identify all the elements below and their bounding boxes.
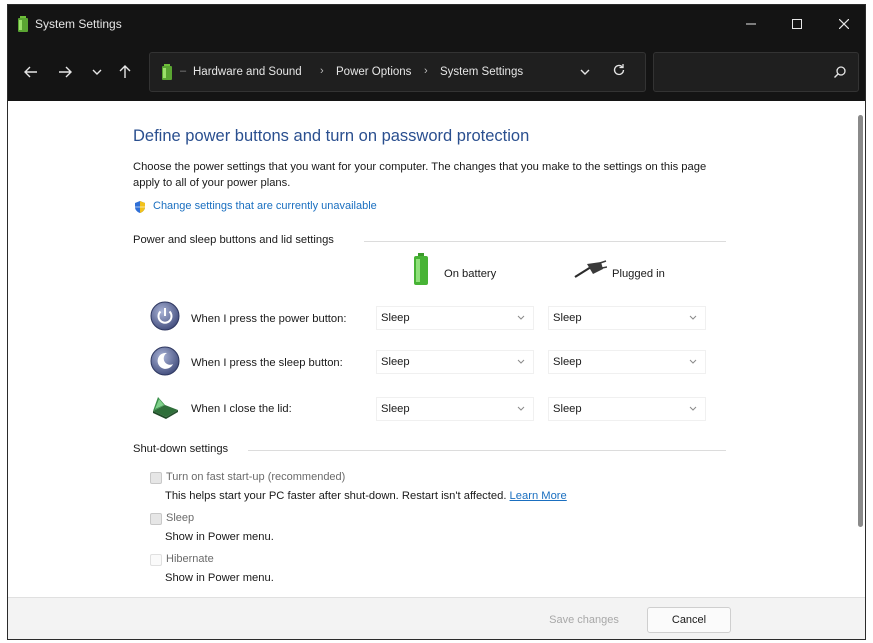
breadcrumb-separator: ›	[424, 65, 428, 77]
learn-more-link[interactable]: Learn More	[510, 490, 567, 502]
select-value: Sleep	[381, 403, 410, 415]
refresh-button[interactable]	[612, 63, 626, 80]
close-lid-label: When I close the lid:	[191, 403, 292, 415]
chevron-down-icon	[580, 69, 590, 75]
navigation-bar: – Hardware and Sound › Power Options › S…	[8, 43, 865, 101]
chevron-down-icon	[689, 315, 697, 320]
title-bar: System Settings	[8, 5, 865, 43]
sleep-button-plugged-in-select[interactable]: Sleep	[548, 350, 706, 374]
save-changes-button[interactable]: Save changes	[540, 607, 628, 633]
fast-startup-description: This helps start your PC faster after sh…	[165, 490, 567, 502]
arrow-up-icon	[119, 65, 131, 78]
power-section-title: Power and sleep buttons and lid settings	[133, 234, 334, 246]
admin-shield-icon	[135, 201, 145, 213]
maximize-button[interactable]	[774, 5, 820, 43]
chevron-down-icon	[517, 315, 525, 320]
section-divider	[364, 241, 726, 242]
chevron-down-icon	[92, 69, 102, 75]
up-button[interactable]	[114, 61, 136, 83]
footer-bar: Save changes Cancel	[8, 597, 865, 639]
page-description: Choose the power settings that you want …	[133, 161, 707, 189]
power-button-plugged-in-select[interactable]: Sleep	[548, 306, 706, 330]
sleep-option-description: Show in Power menu.	[165, 531, 274, 543]
maximize-icon	[792, 19, 802, 29]
close-lid-plugged-in-select[interactable]: Sleep	[548, 397, 706, 421]
laptop-lid-icon	[153, 397, 178, 419]
vertical-scrollbar[interactable]	[858, 115, 863, 527]
power-button-label: When I press the power button:	[191, 313, 347, 325]
close-button[interactable]	[821, 5, 865, 43]
power-plug-icon	[574, 260, 607, 278]
minimize-button[interactable]	[728, 5, 774, 43]
power-button-icon	[150, 301, 180, 331]
sleep-button-icon	[150, 346, 180, 376]
power-options-icon	[162, 64, 172, 80]
hibernate-option-description: Show in Power menu.	[165, 572, 274, 584]
arrow-left-icon	[24, 66, 37, 78]
chevron-down-icon	[517, 359, 525, 364]
cancel-button[interactable]: Cancel	[647, 607, 731, 633]
window-title: System Settings	[35, 17, 122, 31]
close-icon	[839, 19, 849, 29]
sleep-button-on-battery-select[interactable]: Sleep	[376, 350, 534, 374]
address-bar[interactable]: – Hardware and Sound › Power Options › S…	[149, 52, 646, 92]
content-area: Define power buttons and turn on passwor…	[8, 101, 865, 597]
select-value: Sleep	[381, 312, 410, 324]
back-button[interactable]	[20, 61, 42, 83]
hibernate-option-label: Hibernate	[166, 553, 214, 565]
breadcrumb-separator: –	[180, 65, 187, 77]
select-value: Sleep	[553, 312, 582, 324]
fast-startup-label: Turn on fast start-up (recommended)	[166, 471, 346, 483]
search-input[interactable]	[653, 52, 859, 92]
system-settings-window: System Settings – Hardware and Sound › P…	[7, 4, 866, 640]
power-button-on-battery-select[interactable]: Sleep	[376, 306, 534, 330]
breadcrumb-separator: ›	[320, 65, 324, 77]
section-divider	[248, 450, 726, 451]
chevron-down-icon	[689, 359, 697, 364]
change-settings-link[interactable]: Change settings that are currently unava…	[153, 200, 377, 212]
power-options-icon	[18, 16, 28, 32]
breadcrumb-hardware-and-sound[interactable]: Hardware and Sound	[193, 66, 302, 78]
select-value: Sleep	[553, 356, 582, 368]
address-history-dropdown[interactable]	[580, 65, 590, 79]
search-icon	[834, 66, 846, 78]
arrow-right-icon	[59, 66, 72, 78]
shutdown-section-title: Shut-down settings	[133, 443, 229, 455]
breadcrumb-system-settings[interactable]: System Settings	[440, 66, 523, 78]
minimize-icon	[746, 23, 756, 25]
hibernate-checkbox[interactable]	[150, 554, 162, 566]
close-lid-on-battery-select[interactable]: Sleep	[376, 397, 534, 421]
column-on-battery: On battery	[444, 268, 497, 280]
breadcrumb-power-options[interactable]: Power Options	[336, 66, 411, 78]
sleep-button-label: When I press the sleep button:	[191, 357, 343, 369]
column-plugged-in: Plugged in	[612, 268, 665, 280]
chevron-down-icon	[689, 406, 697, 411]
page-title: Define power buttons and turn on passwor…	[133, 127, 530, 145]
fast-startup-checkbox[interactable]	[150, 472, 162, 484]
battery-icon	[414, 253, 428, 285]
forward-button[interactable]	[54, 61, 76, 83]
select-value: Sleep	[553, 403, 582, 415]
chevron-down-icon	[517, 406, 525, 411]
recent-locations-button[interactable]	[86, 61, 108, 83]
refresh-icon	[613, 64, 625, 76]
sleep-checkbox[interactable]	[150, 513, 162, 525]
sleep-option-label: Sleep	[166, 512, 195, 524]
select-value: Sleep	[381, 356, 410, 368]
